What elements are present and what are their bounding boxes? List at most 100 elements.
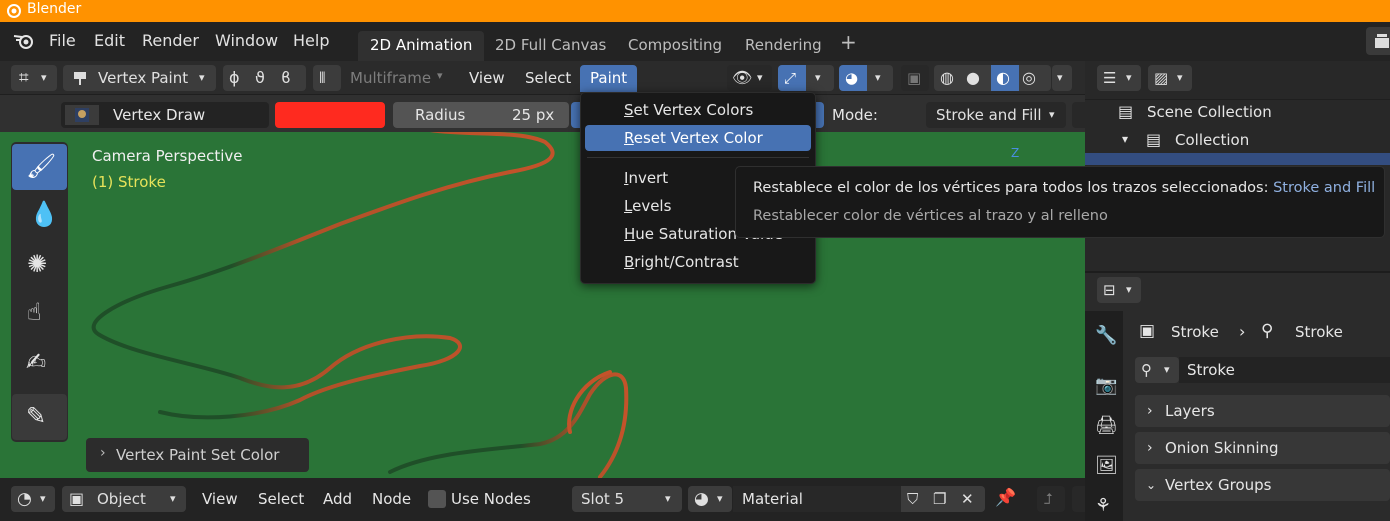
scene-collection-label[interactable]: Scene Collection <box>1147 103 1272 121</box>
menu-help[interactable]: Help <box>293 31 329 50</box>
select-segment-icon[interactable]: ϐ <box>281 65 291 91</box>
scene-tab-icon[interactable]: ⚘ <box>1095 495 1111 516</box>
strength-toggle[interactable] <box>815 102 824 128</box>
node-menu-view[interactable]: View <box>202 490 238 508</box>
properties-editor-type[interactable]: ⊟ ▾ <box>1097 277 1141 303</box>
menu-edit[interactable]: Edit <box>94 31 125 50</box>
chevron-down-icon: ▾ <box>1126 71 1132 84</box>
radius-label: Radius <box>415 106 466 124</box>
last-operator-panel[interactable]: › Vertex Paint Set Color <box>86 438 309 472</box>
menu-item-reset-vertex-color[interactable]: Reset Vertex Color <box>585 125 811 151</box>
menu-item-label: nvert <box>628 169 669 187</box>
tool-shelf: 🖌 💧 ✺ ☝ ✍ ✎ <box>11 142 68 442</box>
viewport-header: ⌗ ▾ Vertex Paint ▾ ϕ ϑ ϐ ⦀ Multiframe ▾ … <box>0 61 1085 95</box>
tab-rendering[interactable]: Rendering <box>733 31 834 61</box>
display-mode-dropdown[interactable]: ▨ ▾ <box>1148 65 1192 91</box>
panel-vertex-groups[interactable]: ⌄ Vertex Groups <box>1135 469 1390 501</box>
tooltip: Restablece el color de los vértices para… <box>735 166 1385 238</box>
shading-dropdown[interactable]: ▾ <box>1052 65 1072 91</box>
panel-layers[interactable]: › Layers <box>1135 395 1390 427</box>
output-tab-icon[interactable]: 🖨 <box>1095 415 1118 436</box>
mode-label: Vertex Paint <box>98 69 189 87</box>
menu-render[interactable]: Render <box>142 31 199 50</box>
use-nodes-checkbox[interactable] <box>428 490 446 508</box>
visibility-dropdown[interactable]: 👁 ▾ <box>727 65 772 91</box>
panel-layers-label: Layers <box>1165 402 1215 420</box>
data-name-field[interactable]: Stroke <box>1179 357 1390 383</box>
menu-select[interactable]: Select <box>525 69 571 87</box>
tool-annotate-button[interactable]: ✎ <box>12 394 67 440</box>
breadcrumb-data: Stroke <box>1295 323 1343 341</box>
parent-node-tree-button[interactable]: ⮥ <box>1037 486 1065 512</box>
menu-item-label: evels <box>632 197 672 215</box>
material-browse-button[interactable]: ◕ ▾ <box>688 486 732 512</box>
outliner-selected-row[interactable] <box>1085 153 1390 165</box>
fake-user-shield-icon[interactable]: ⛉ <box>907 486 918 512</box>
blender-menu-icon[interactable] <box>13 31 35 51</box>
menu-item-bright-contrast[interactable]: Bright/Contrast <box>585 249 811 275</box>
pressure-toggle[interactable] <box>571 102 580 128</box>
view-layer-tab-icon[interactable]: 🖼 <box>1095 455 1118 476</box>
node-menu-node[interactable]: Node <box>372 490 411 508</box>
stroke-select-mode-group[interactable]: ϕ ϑ ϐ <box>223 65 306 91</box>
use-nodes-label: Use Nodes <box>451 490 531 508</box>
material-name-field[interactable]: Material <box>733 486 901 512</box>
stroke-mode-dropdown[interactable]: Stroke and Fill ▾ <box>926 102 1066 128</box>
tool-draw-button[interactable]: 🖌 <box>12 144 67 190</box>
collection-label[interactable]: Collection <box>1175 131 1249 149</box>
menu-item-set-vertex-colors[interactable]: Set Vertex Colors <box>585 97 811 123</box>
wireframe-shading-icon[interactable]: ◍ <box>940 65 954 91</box>
properties-tabs: 🔧 📷 🖨 🖼 ⚘ <box>1085 311 1123 521</box>
menu-file[interactable]: File <box>49 31 76 50</box>
editor-type-button-bottom[interactable]: ◔ ▾ <box>11 486 55 512</box>
tool-average-button[interactable]: ✺ <box>12 242 67 288</box>
tab-2d-animation[interactable]: 2D Animation <box>358 31 485 61</box>
node-menu-select[interactable]: Select <box>258 490 304 508</box>
select-points-icon[interactable]: ϕ <box>229 65 240 91</box>
collapse-arrow-icon[interactable]: ▾ <box>1122 132 1128 146</box>
chevron-down-icon: ▾ <box>665 492 671 505</box>
tool-replace-button[interactable]: ✍ <box>12 340 67 386</box>
node-menu-add[interactable]: Add <box>323 490 352 508</box>
solid-shading-icon[interactable]: ● <box>966 65 980 91</box>
tab-2d-full-canvas[interactable]: 2D Full Canvas <box>483 31 618 61</box>
scene-selector-button[interactable] <box>1366 27 1390 55</box>
mode-dropdown[interactable]: Vertex Paint ▾ <box>63 65 216 91</box>
xray-toggle[interactable]: ▣ <box>901 65 929 91</box>
header-overflow[interactable] <box>1072 486 1085 512</box>
slot-dropdown[interactable]: Slot 5 ▾ <box>572 486 682 512</box>
menu-view[interactable]: View <box>469 69 505 87</box>
tool-smear-button[interactable]: ☝ <box>12 290 67 336</box>
display-mode-icon: ▨ <box>1154 69 1169 87</box>
render-tab-icon[interactable]: 📷 <box>1095 375 1117 396</box>
shading-mode-group[interactable]: ◍ ● ◐ ◎ <box>934 65 1051 91</box>
object-breadcrumb-icon: ▣ <box>1139 321 1156 341</box>
editor-type-button[interactable]: ⌗ ▾ <box>11 65 57 91</box>
brush-color-swatch[interactable] <box>275 102 385 128</box>
chevron-down-icon: ▾ <box>1126 283 1132 296</box>
panel-onion-skinning[interactable]: › Onion Skinning <box>1135 432 1390 464</box>
menu-paint[interactable]: Paint <box>580 65 637 92</box>
close-icon[interactable]: ✕ <box>961 486 974 512</box>
rendered-shading-icon[interactable]: ◎ <box>1022 65 1036 91</box>
chevron-down-icon: ▾ <box>199 71 205 84</box>
data-browse-button[interactable]: ⚲ ▾ <box>1135 357 1179 383</box>
multiframe-toggle[interactable]: ⦀ <box>313 65 341 91</box>
tool-tab-icon[interactable]: 🔧 <box>1095 325 1117 346</box>
radius-slider[interactable]: Radius 25 px <box>393 102 569 128</box>
tab-compositing[interactable]: Compositing <box>616 31 734 61</box>
gizmo-dropdown[interactable]: ⤢ ▾ <box>778 65 834 91</box>
add-workspace-button[interactable]: + <box>840 30 857 54</box>
duplicate-icon[interactable]: ❐ <box>933 486 946 512</box>
tool-blur-button[interactable]: 💧 <box>12 192 67 238</box>
tooltip-line1: Restablece el color de los vértices para… <box>753 180 1375 196</box>
outliner-editor-type[interactable]: ☰ ▾ <box>1097 65 1141 91</box>
pin-icon[interactable]: 📌 <box>995 488 1016 508</box>
shader-type-dropdown[interactable]: ▣ Object ▾ <box>62 486 186 512</box>
tool-settings-overflow[interactable] <box>1072 102 1085 128</box>
select-stroke-icon[interactable]: ϑ <box>255 65 265 91</box>
xray-icon: ▣ <box>907 69 922 87</box>
menu-window[interactable]: Window <box>215 31 278 50</box>
brush-selector[interactable]: Vertex Draw <box>61 102 269 128</box>
overlays-dropdown[interactable]: ◕ ▾ <box>839 65 893 91</box>
